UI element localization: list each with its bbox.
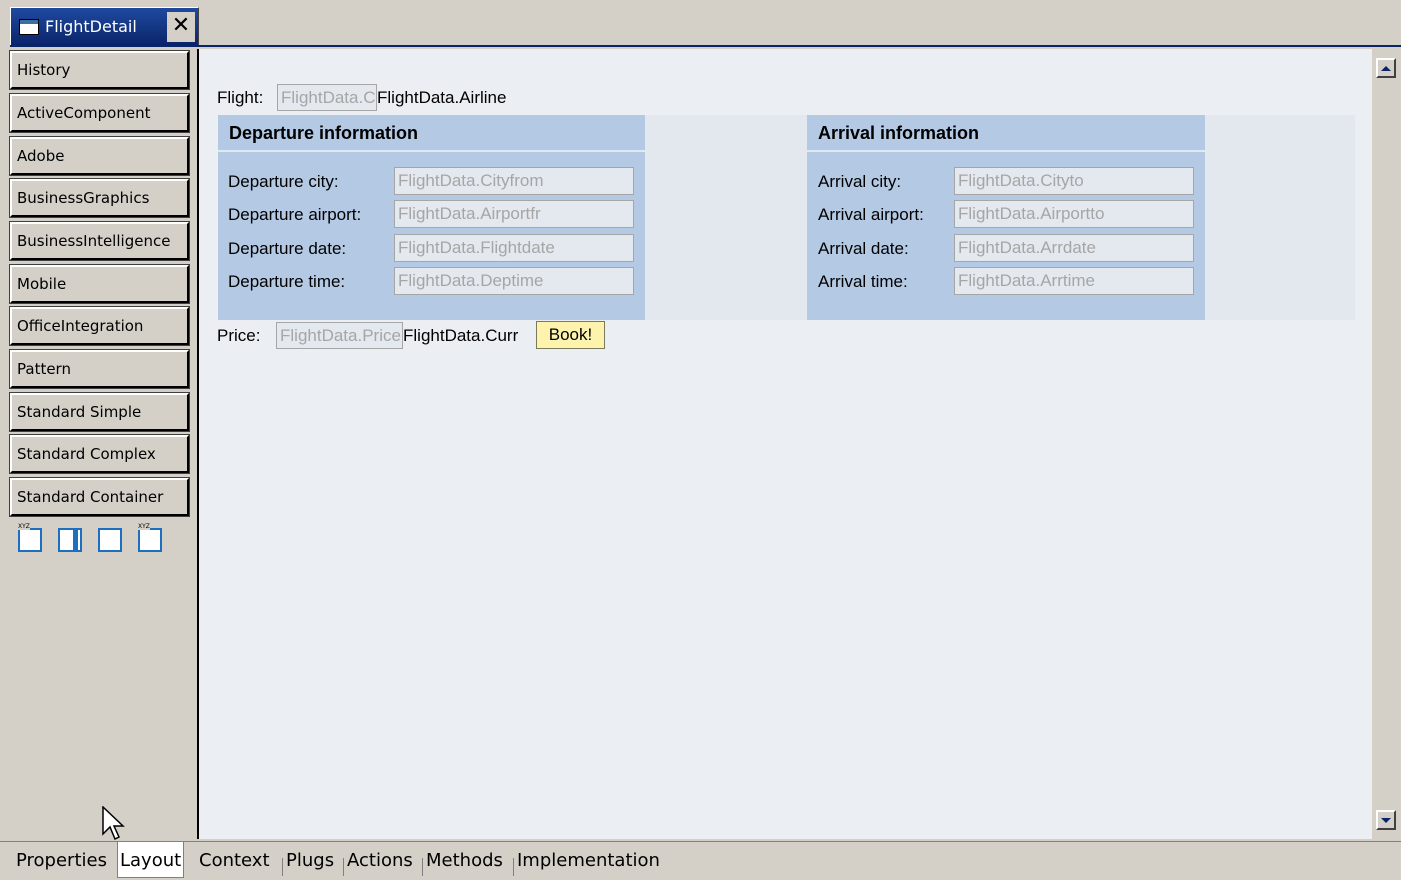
palette-item-history[interactable]: History [9, 50, 190, 90]
arrival-date-label: Arrival date: [818, 239, 909, 258]
view-container-icon[interactable]: XYZ [18, 523, 42, 552]
palette-item-pattern[interactable]: Pattern [9, 349, 190, 389]
departure-time-label: Departure time: [228, 272, 346, 291]
tab-properties[interactable]: Properties [14, 842, 109, 878]
close-icon[interactable]: ✕ [167, 12, 195, 42]
palette-item-mobile[interactable]: Mobile [9, 264, 190, 304]
currency-text: FlightData.Curr [403, 326, 519, 345]
palette-item-standard-container[interactable]: Standard Container [9, 477, 190, 517]
flight-label: Flight: [217, 88, 264, 107]
departure-city-label: Departure city: [228, 172, 339, 191]
arrival-city-input[interactable]: FlightData.Cityto [954, 167, 1194, 195]
bottom-tab-bar: Properties Layout Context Plugs Actions … [0, 841, 1401, 878]
arrival-group-title: Arrival information [807, 115, 1205, 152]
palette-item-standard-complex[interactable]: Standard Complex [9, 434, 190, 474]
tab-separator [513, 858, 514, 876]
departure-date-input[interactable]: FlightData.Flightdate [394, 234, 634, 262]
palette-item-businessintelligence[interactable]: BusinessIntelligence [9, 221, 190, 261]
arrival-airport-label: Arrival airport: [818, 205, 924, 224]
palette-element-icons: XYZ XYZ [18, 523, 162, 552]
arrow-up-icon [1381, 65, 1391, 71]
tab-plugs[interactable]: Plugs [284, 842, 336, 878]
departure-airport-label: Departure airport: [228, 205, 362, 224]
scroll-up-button[interactable] [1376, 58, 1396, 78]
split-view-icon[interactable] [58, 528, 82, 552]
book-button[interactable]: Book! [536, 321, 605, 349]
editor-tab-title: FlightDetail [45, 17, 137, 36]
departure-time-input[interactable]: FlightData.Deptime [394, 267, 634, 295]
arrival-time-input[interactable]: FlightData.Arrtime [954, 267, 1194, 295]
tab-separator [282, 858, 283, 876]
palette-item-standard-simple[interactable]: Standard Simple [9, 392, 190, 432]
arrival-city-label: Arrival city: [818, 172, 902, 191]
price-input[interactable]: FlightData.Price [276, 322, 403, 349]
scroll-down-button[interactable] [1376, 810, 1396, 830]
flight-input[interactable]: FlightData.Carrid [277, 84, 377, 111]
arrival-time-label: Arrival time: [818, 272, 908, 291]
palette-item-officeintegration[interactable]: OfficeIntegration [9, 306, 190, 346]
airline-text: FlightData.Airline [377, 88, 507, 107]
window-icon [19, 18, 39, 35]
tab-actions[interactable]: Actions [345, 842, 415, 878]
palette-item-activecomponent[interactable]: ActiveComponent [9, 93, 190, 133]
tab-layout[interactable]: Layout [117, 842, 185, 878]
palette-item-adobe[interactable]: Adobe [9, 136, 190, 176]
empty-view-icon[interactable] [98, 528, 122, 552]
add-view-icon[interactable]: XYZ [138, 523, 162, 552]
arrival-date-input[interactable]: FlightData.Arrdate [954, 234, 1194, 262]
tab-separator [422, 858, 423, 876]
price-label: Price: [217, 326, 261, 345]
tab-implementation[interactable]: Implementation [515, 842, 662, 878]
palette-item-businessgraphics[interactable]: BusinessGraphics [9, 178, 190, 218]
departure-group-title: Departure information [218, 115, 645, 152]
arrival-airport-input[interactable]: FlightData.Airportto [954, 200, 1194, 228]
departure-airport-input[interactable]: FlightData.Airportfr [394, 200, 634, 228]
arrow-down-icon [1381, 817, 1391, 823]
editor-tab-bar: FlightDetail ✕ [0, 0, 1401, 47]
tab-separator [343, 858, 344, 876]
editor-tab-flightdetail[interactable]: FlightDetail ✕ [10, 7, 199, 45]
mouse-cursor-icon [102, 806, 125, 841]
palette-panel: History ActiveComponent Adobe BusinessGr… [9, 49, 191, 841]
vertical-scrollbar[interactable] [1372, 49, 1401, 839]
departure-city-input[interactable]: FlightData.Cityfrom [394, 167, 634, 195]
tab-context[interactable]: Context [197, 842, 272, 878]
tab-underline [10, 45, 1401, 47]
tab-methods[interactable]: Methods [424, 842, 505, 878]
departure-date-label: Departure date: [228, 239, 347, 258]
